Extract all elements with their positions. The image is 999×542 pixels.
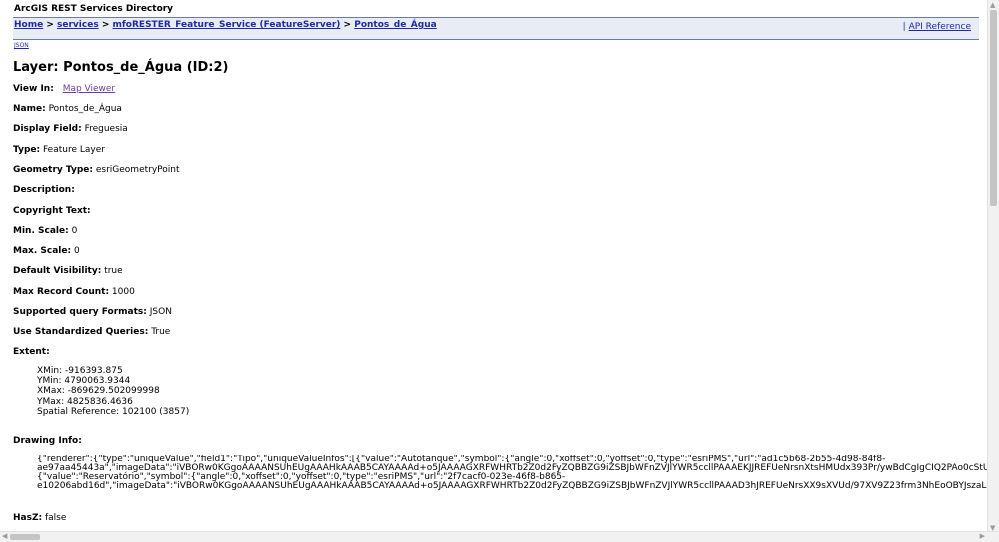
page-content: ArcGIS REST Services Directory Home > se… — [0, 0, 988, 533]
breadcrumb-layer-link[interactable]: Pontos_de_Água — [354, 20, 436, 30]
field-default-visibility: Default Visibility: true — [13, 266, 123, 276]
breadcrumb-separator: > — [101, 20, 110, 30]
field-label: Supported query Formats: — [13, 307, 147, 317]
field-value: 1000 — [111, 287, 135, 297]
field-label: HasZ: — [13, 513, 43, 523]
field-label: Max Record Count: — [13, 287, 110, 297]
field-value: false — [44, 513, 67, 523]
page-title: Layer: Pontos_de_Água (ID:2) — [13, 60, 229, 75]
scroll-left-arrow-icon[interactable]: ◀ — [2, 532, 7, 541]
extent-xmax: XMax: -869629.502099998 — [37, 386, 160, 397]
field-value: 0 — [71, 226, 78, 236]
breadcrumb: Home > services > mfoRESTER_Feature_Serv… — [14, 20, 437, 30]
field-supported-query-formats: Supported query Formats: JSON — [13, 307, 172, 317]
field-label: Max. Scale: — [13, 246, 72, 256]
field-value: Pontos_de_Água — [48, 104, 122, 114]
json-link[interactable]: JSON — [14, 42, 29, 49]
extent-spatial-reference: Spatial Reference: 102100 (3857) — [37, 406, 190, 417]
api-reference-area: | API Reference — [903, 22, 971, 32]
breadcrumb-services-link[interactable]: services — [57, 20, 99, 30]
field-value: Freguesia — [84, 124, 128, 134]
horizontal-scroll-thumb[interactable] — [10, 534, 40, 540]
field-value: Feature Layer — [42, 145, 105, 155]
field-geometry-type: Geometry Type: esriGeometryPoint — [13, 165, 180, 175]
field-label: Min. Scale: — [13, 226, 69, 236]
field-hasz: HasZ: false — [13, 513, 66, 523]
field-label: Description: — [13, 185, 75, 195]
app-title: ArcGIS REST Services Directory — [14, 4, 174, 14]
horizontal-scrollbar[interactable]: ◀ ▶ — [0, 531, 999, 542]
field-display-field: Display Field: Freguesia — [13, 124, 128, 134]
field-label: Default Visibility: — [13, 266, 102, 276]
field-label: Name: — [13, 104, 46, 114]
field-label: Use Standardized Queries: — [13, 327, 149, 337]
field-copyright-text: Copyright Text: — [13, 206, 91, 216]
scroll-up-arrow-icon[interactable]: ▲ — [990, 1, 995, 9]
field-label: Display Field: — [13, 124, 82, 134]
drawing-info-line: e10206abd16d","imageData":"iVBORw0KGgoAA… — [37, 480, 988, 491]
view-in-label: View In: — [13, 84, 54, 94]
field-value: true — [104, 266, 123, 276]
field-value: JSON — [149, 307, 172, 317]
field-label: Extent: — [13, 347, 50, 357]
vertical-scrollbar[interactable]: ▲ ▼ — [987, 0, 999, 533]
field-name: Name: Pontos_de_Água — [13, 104, 122, 114]
field-use-standardized-queries: Use Standardized Queries: True — [13, 327, 170, 337]
field-drawing-info: Drawing Info: — [13, 436, 82, 446]
field-label: Geometry Type: — [13, 165, 93, 175]
field-label: Drawing Info: — [13, 436, 82, 446]
drawing-info-json: {"renderer":{"type":"uniqueValue","field… — [37, 455, 988, 491]
field-value: 0 — [73, 246, 80, 256]
breadcrumb-feature-service-link[interactable]: mfoRESTER_Feature_Service (FeatureServer… — [113, 20, 341, 30]
field-min-scale: Min. Scale: 0 — [13, 226, 77, 236]
scroll-right-arrow-icon[interactable]: ▶ — [980, 532, 985, 541]
extent-ymax: YMax: 4825836.4636 — [37, 396, 133, 407]
breadcrumb-separator: > — [46, 20, 54, 30]
field-extent: Extent: — [13, 347, 50, 357]
vertical-scroll-thumb[interactable] — [990, 10, 997, 206]
nav-bar: Home > services > mfoRESTER_Feature_Serv… — [13, 17, 979, 40]
field-label: Type: — [13, 145, 41, 155]
api-separator: | — [902, 22, 906, 32]
field-value: True — [151, 327, 171, 337]
extent-xmin: XMin: -916393.875 — [37, 366, 123, 376]
extent-ymin: YMin: 4790063.9344 — [37, 376, 131, 387]
field-type: Type: Feature Layer — [13, 145, 105, 155]
map-viewer-link[interactable]: Map Viewer — [63, 84, 115, 94]
view-in-row: View In: Map Viewer — [13, 84, 115, 94]
field-max-record-count: Max Record Count: 1000 — [13, 287, 135, 297]
extent-values: XMin: -916393.875 YMin: 4790063.9344 XMa… — [37, 366, 189, 417]
field-value: esriGeometryPoint — [95, 165, 180, 175]
breadcrumb-separator: > — [343, 20, 352, 30]
breadcrumb-home-link[interactable]: Home — [14, 20, 43, 30]
field-description: Description: — [13, 185, 75, 195]
field-max-scale: Max. Scale: 0 — [13, 246, 80, 256]
api-reference-link[interactable]: API Reference — [909, 22, 971, 32]
field-label: Copyright Text: — [13, 206, 91, 216]
